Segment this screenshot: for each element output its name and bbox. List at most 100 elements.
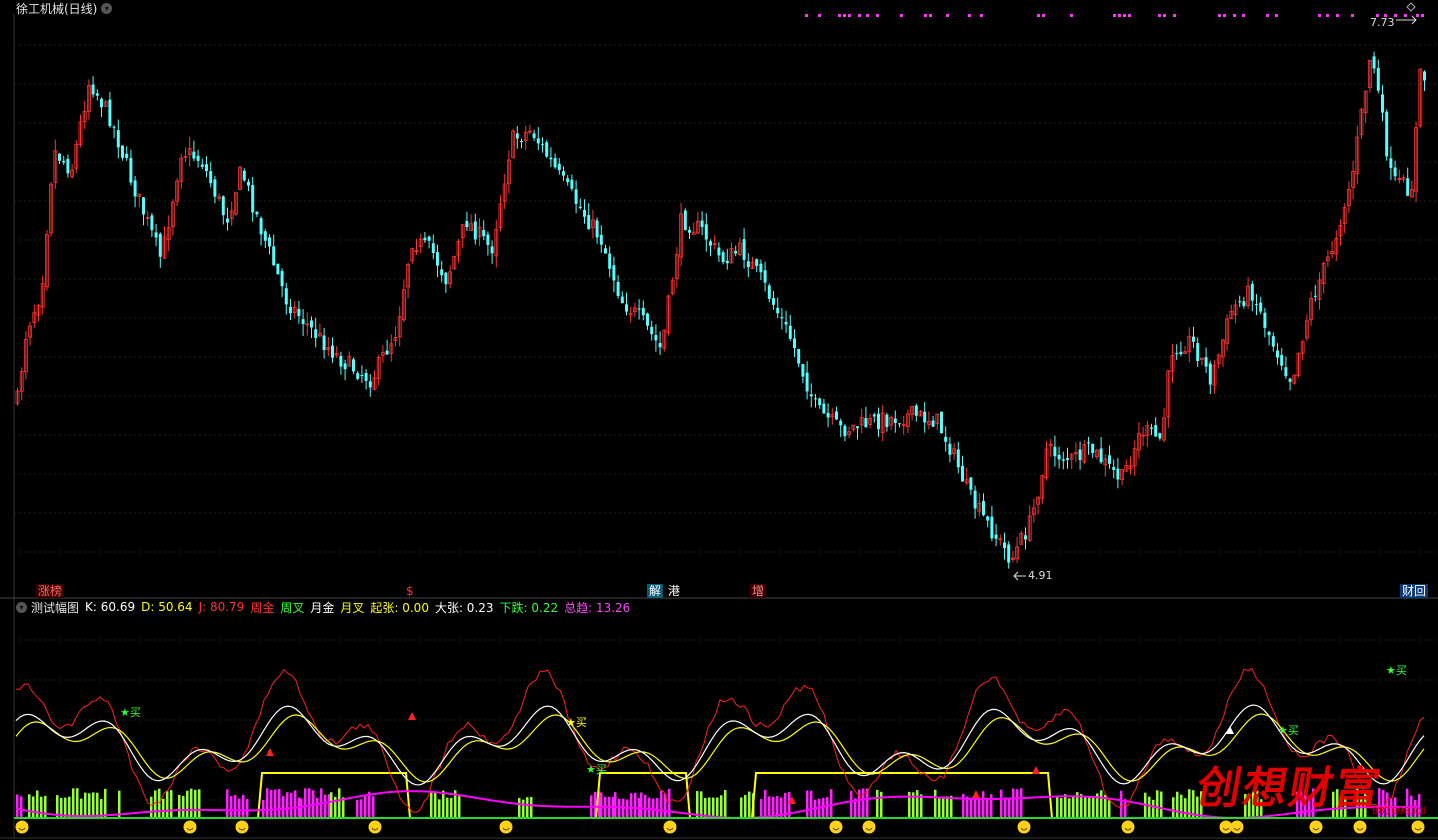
candle-body	[310, 320, 313, 328]
candle-body	[562, 171, 565, 176]
indicator-bar	[946, 796, 949, 818]
indicator-bar	[764, 789, 767, 818]
indicator-bar	[234, 795, 237, 818]
badge-zhangbang[interactable]: 涨榜	[36, 584, 65, 598]
smiley-icon	[235, 820, 249, 834]
candle-body	[263, 231, 267, 241]
indicator-name[interactable]: 测试幅图	[31, 599, 79, 616]
indicator-bar	[640, 792, 643, 818]
indicator-bar	[242, 794, 245, 818]
badge-gang[interactable]: 港	[666, 584, 682, 598]
signal-dot	[1218, 14, 1221, 17]
candle-body	[1313, 295, 1317, 297]
indicator-bar	[286, 792, 289, 818]
candle-body	[944, 436, 948, 442]
indicator-bar	[626, 799, 629, 818]
candle-body	[142, 197, 145, 215]
candle-body	[515, 133, 519, 139]
signal-dot	[924, 14, 927, 17]
smiley-icon	[663, 820, 677, 834]
chevron-down-icon[interactable]: ▾	[101, 2, 113, 14]
indicator-bar	[438, 799, 441, 818]
candle-body	[898, 423, 901, 425]
buy-signal-label: ★买	[566, 716, 587, 729]
candle-body	[226, 218, 229, 223]
indicator-bar	[600, 792, 603, 818]
candle-body	[1255, 304, 1258, 306]
indicator-bar	[20, 796, 23, 818]
signal-dot	[1113, 14, 1116, 17]
candle-body	[486, 234, 490, 245]
chart-canvas[interactable]	[0, 0, 1438, 840]
candle-body	[654, 335, 658, 341]
smiley-icon	[499, 820, 513, 834]
candle-body	[885, 414, 889, 427]
candle-body	[877, 413, 880, 430]
indicator-bar	[1176, 791, 1179, 818]
signal-dot	[1037, 14, 1040, 17]
dazhang-value: 大张: 0.23	[434, 600, 494, 615]
candle-body	[251, 185, 255, 213]
indicator-bar	[708, 797, 711, 818]
indicator-bar	[1084, 797, 1087, 818]
candle-body	[700, 220, 704, 228]
badge-dollar[interactable]: $	[404, 584, 416, 598]
indicator-bar	[92, 792, 95, 818]
candle-body	[1276, 350, 1279, 358]
candle-body	[822, 403, 826, 414]
indicator-bar	[1000, 789, 1003, 818]
signal-dot	[1118, 14, 1121, 17]
candle-body	[734, 250, 738, 254]
candle-body	[1108, 455, 1111, 464]
high-arrow-icon	[1396, 15, 1417, 25]
indicator-bar	[338, 788, 341, 818]
indicator-bar	[360, 799, 363, 818]
candle-body	[843, 425, 847, 437]
candle-body	[520, 141, 523, 143]
buy-signal-label: ★买	[1278, 724, 1299, 737]
indicator-bar	[1088, 796, 1091, 818]
indicator-bar	[104, 788, 107, 818]
candle-body	[948, 443, 952, 455]
candle-body	[431, 243, 435, 254]
white-triangle-icon	[1226, 726, 1234, 734]
candle-body	[1389, 158, 1393, 168]
chevron-down-icon[interactable]: ▾	[16, 601, 27, 613]
candle-body	[1280, 355, 1284, 366]
indicator-bar	[1016, 789, 1019, 818]
signal-dot	[1042, 14, 1045, 17]
badge-caihui[interactable]: 财回	[1400, 584, 1429, 598]
indicator-bar	[1060, 798, 1063, 818]
candle-body	[116, 130, 120, 148]
candle-body	[213, 179, 217, 197]
signal-dot	[929, 14, 932, 17]
indicator-bar	[1148, 796, 1151, 818]
red-triangle-icon	[972, 790, 980, 798]
low-arrow-icon	[1013, 571, 1026, 581]
watermark: 创想财富	[1192, 763, 1386, 814]
candle-body	[1376, 68, 1380, 91]
watermark-sub: 883698.ltd	[1372, 806, 1427, 817]
indicator-bar	[1184, 798, 1187, 818]
candle-body	[1024, 535, 1027, 540]
candlestick-series	[15, 51, 1426, 569]
candle-body	[339, 355, 343, 367]
candle-body	[150, 215, 154, 231]
red-triangle-icon	[408, 712, 416, 720]
signal-dot	[1416, 14, 1419, 17]
signal-dot	[946, 14, 949, 17]
candle-body	[259, 218, 263, 235]
indicator-header: ▾ 测试幅图 K: 60.69 D: 50.64 J: 80.79 周金 周叉 …	[16, 599, 636, 616]
badge-zeng[interactable]: 增	[750, 584, 767, 598]
candle-body	[616, 281, 620, 297]
candle-body	[772, 298, 775, 305]
chart-header: 徐工机械(日线) ▾	[0, 0, 113, 17]
signal-dot	[848, 14, 851, 17]
smiley-icon	[368, 820, 382, 834]
badge-jie[interactable]: 解	[647, 584, 664, 598]
candle-body	[154, 232, 158, 238]
candle-body	[268, 237, 271, 247]
indicator-bar	[934, 789, 937, 818]
stock-title[interactable]: 徐工机械(日线)	[16, 0, 97, 17]
signal-dot	[858, 14, 861, 17]
